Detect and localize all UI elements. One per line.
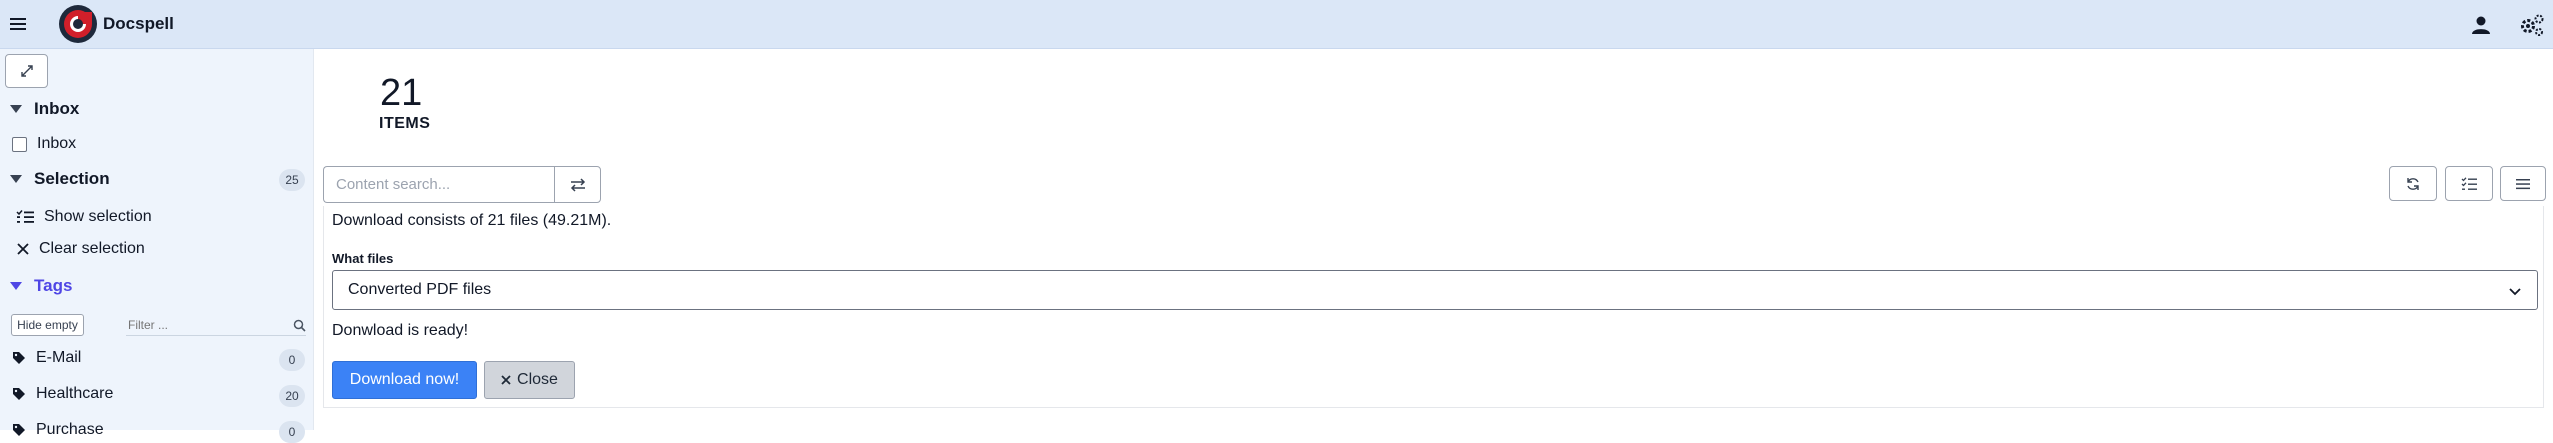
inbox-checkbox-label: Inbox: [37, 135, 77, 152]
collapse-caret-icon: [10, 105, 22, 113]
what-files-select[interactable]: Converted PDF files: [332, 270, 2538, 310]
app-title[interactable]: Docspell: [103, 14, 174, 34]
collapse-caret-icon: [10, 175, 22, 183]
tag-label: Purchase: [36, 421, 104, 438]
download-info-text: Download consists of 21 files (49.21M).: [332, 212, 612, 229]
tag-icon: [13, 352, 25, 364]
close-icon: [501, 375, 511, 385]
search-icon: [293, 319, 306, 332]
sidebar: Inbox Inbox Selection 25 Show selection …: [0, 49, 314, 443]
exchange-icon: [570, 177, 585, 192]
docspell-logo-icon[interactable]: [58, 4, 98, 44]
items-label: ITEMS: [379, 115, 431, 132]
tag-count-badge: 0: [279, 421, 305, 443]
menu-toggle-button[interactable]: [2500, 166, 2546, 201]
tag-count-badge: 20: [279, 385, 305, 407]
collapse-caret-icon: [10, 282, 22, 290]
clear-selection-link[interactable]: Clear selection: [17, 240, 145, 258]
tags-section-header[interactable]: Tags: [10, 276, 72, 296]
inbox-section-header[interactable]: Inbox: [10, 99, 79, 119]
list-check-icon: [16, 210, 34, 223]
tags-section-title: Tags: [34, 276, 73, 295]
selection-section-title: Selection: [34, 169, 110, 188]
items-count: 21: [380, 72, 423, 114]
tag-count-badge: 0: [279, 349, 305, 371]
refresh-icon: [2407, 177, 2419, 190]
tag-label: Healthcare: [36, 385, 114, 402]
selection-count-badge: 25: [279, 169, 305, 191]
content-search-input[interactable]: [323, 166, 555, 203]
tag-item[interactable]: E-Mail: [12, 349, 81, 367]
user-icon[interactable]: [2470, 14, 2492, 36]
inbox-checkbox[interactable]: [12, 136, 27, 152]
selection-section-header[interactable]: Selection: [10, 169, 110, 189]
tag-filter-input[interactable]: [126, 314, 306, 336]
hide-empty-button[interactable]: Hide empty: [11, 314, 84, 336]
search-mode-toggle-button[interactable]: [554, 166, 601, 203]
close-icon: [17, 243, 29, 255]
tag-item[interactable]: Healthcare: [12, 385, 113, 403]
clear-selection-label: Clear selection: [39, 240, 145, 257]
inbox-section-title: Inbox: [34, 99, 80, 118]
what-files-selected-value: Converted PDF files: [348, 281, 492, 298]
inbox-checkbox-row[interactable]: Inbox: [12, 135, 76, 153]
tag-item[interactable]: Purchase: [12, 421, 104, 439]
what-files-label: What files: [332, 251, 394, 266]
download-status-text: Donwload is ready!: [332, 322, 469, 339]
select-mode-button[interactable]: [2445, 166, 2493, 201]
chevron-down-icon: [2509, 288, 2521, 296]
top-bar: Docspell: [0, 0, 2553, 49]
tag-label: E-Mail: [36, 349, 82, 366]
show-selection-label: Show selection: [44, 208, 152, 225]
bars-icon: [2516, 178, 2530, 189]
expand-icon: [20, 65, 33, 77]
list-check-icon: [2461, 176, 2477, 190]
close-button-label: Close: [517, 371, 558, 388]
tag-icon: [13, 388, 25, 400]
menu-icon[interactable]: [8, 14, 28, 34]
download-now-button[interactable]: Download now!: [332, 361, 477, 399]
refresh-button[interactable]: [2389, 166, 2437, 201]
settings-icon[interactable]: [2519, 13, 2545, 37]
show-selection-link[interactable]: Show selection: [16, 208, 152, 226]
close-button[interactable]: Close: [484, 361, 575, 399]
tag-icon: [13, 424, 25, 436]
expand-button[interactable]: [5, 54, 48, 88]
